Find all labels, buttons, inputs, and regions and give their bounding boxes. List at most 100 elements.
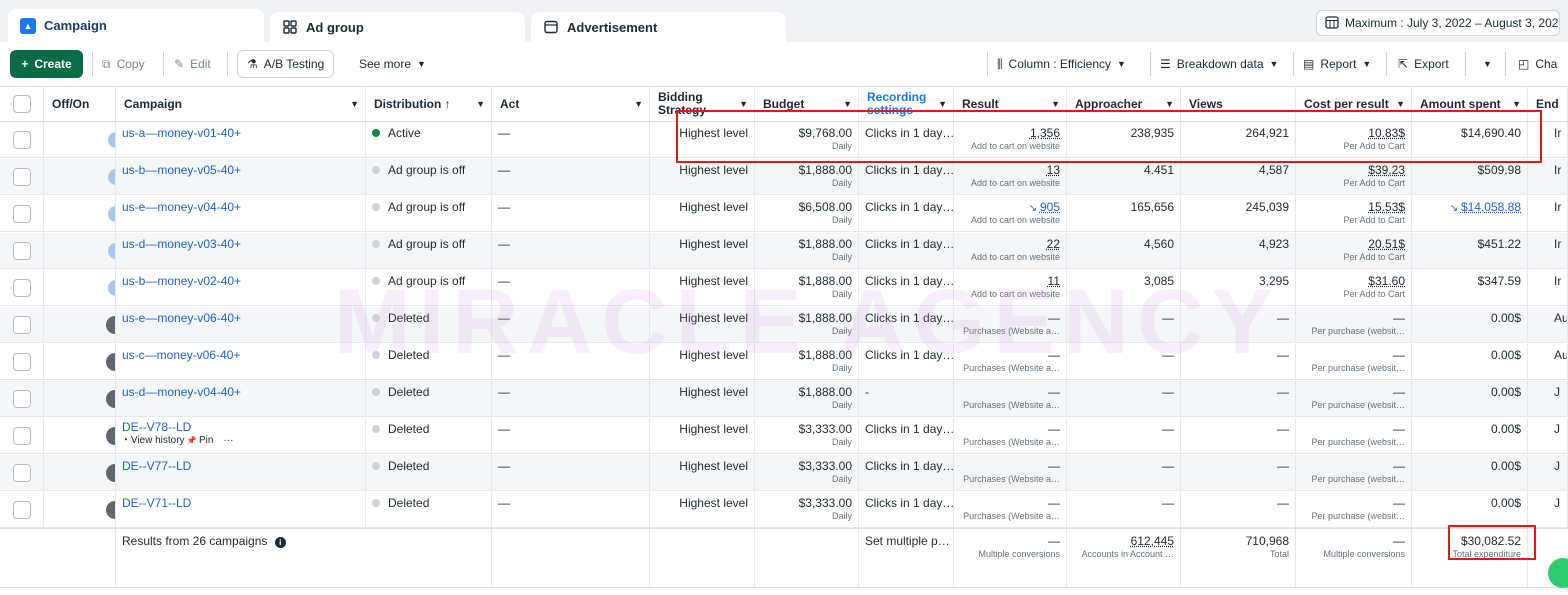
campaign-toggle[interactable] [108, 169, 116, 185]
table-row[interactable]: us-c—money-v06-40+ Deleted — Highest level $… [0, 344, 1568, 380]
campaign-name-link[interactable]: us-e—money-v06-40+ [122, 311, 241, 325]
campaign-toggle[interactable] [108, 465, 116, 481]
info-icon[interactable]: i [275, 537, 286, 548]
campaign-toggle[interactable] [108, 243, 116, 259]
row-checkbox[interactable] [13, 464, 31, 482]
table-row[interactable]: us-b—money-v02-40+ Ad group is off — Highes… [0, 270, 1568, 306]
tab-ad-group[interactable]: Ad group [270, 12, 525, 42]
table-row[interactable]: us-d—money-v04-40+ Deleted — Highest level $… [0, 381, 1568, 417]
column-header-offon[interactable]: Off/On [44, 87, 116, 121]
cell-approacher: 4.451 [1067, 159, 1181, 194]
table-row[interactable]: us-a—money-v01-40+ Active — Highest level $9… [0, 122, 1568, 158]
create-button[interactable]: + Create [10, 50, 83, 78]
views-value: — [1277, 496, 1289, 510]
campaign-name-link[interactable]: us-c—money-v06-40+ [122, 348, 240, 362]
column-header-cost[interactable]: Cost per result ▼ [1296, 87, 1412, 121]
row-checkbox[interactable] [13, 205, 31, 223]
table-row[interactable]: us-d—money-v03-40+ Ad group is off — Highes… [0, 233, 1568, 269]
cell-views: — [1181, 492, 1296, 527]
column-header-result[interactable]: Result ▼ [954, 87, 1067, 121]
campaign-toggle[interactable] [108, 391, 116, 407]
cell-amount: 0.00$ [1412, 455, 1528, 490]
campaign-toggle[interactable] [108, 132, 116, 148]
cell-budget: $3,333.00 Daily [755, 455, 859, 490]
row-checkbox[interactable] [13, 390, 31, 408]
campaign-toggle[interactable] [108, 502, 116, 518]
row-checkbox[interactable] [13, 501, 31, 519]
toggle-knob [106, 464, 116, 482]
campaign-name-link[interactable]: us-d—money-v03-40+ [122, 237, 241, 251]
campaign-name-link[interactable]: us-b—money-v02-40+ [122, 274, 241, 288]
see-more-button[interactable]: See more ▼ [359, 50, 426, 78]
table-row[interactable]: us-e—money-v04-40+ Ad group is off — Highes… [0, 196, 1568, 232]
table-row[interactable]: us-b—money-v05-40+ Ad group is off — Highes… [0, 159, 1568, 195]
column-selector[interactable]: ⫼ Column : Efficiency ▼ [997, 50, 1126, 78]
campaign-name-link[interactable]: us-b—money-v05-40+ [122, 163, 241, 177]
cell-bid: Highest level [650, 159, 755, 194]
caret-down-icon: ▼ [476, 99, 485, 109]
campaign-name-link[interactable]: DE--V77--LD [122, 459, 191, 473]
row-checkbox[interactable] [13, 242, 31, 260]
campaign-name-link[interactable]: DE--V78--LD [122, 420, 191, 434]
report-button[interactable]: ▤ Report ▼ [1303, 50, 1371, 78]
campaign-toggle[interactable] [108, 354, 116, 370]
chart-button[interactable]: ◰ Cha [1518, 50, 1557, 78]
row-checkbox[interactable] [13, 353, 31, 371]
table-row[interactable]: us-e—money-v06-40+ Deleted — Highest level $… [0, 307, 1568, 343]
column-header-recording[interactable]: Recording settings ▼ [859, 87, 954, 121]
column-header-campaign[interactable]: Campaign ▼ [116, 87, 366, 121]
column-header-end[interactable]: End [1528, 87, 1568, 121]
status-dot-icon [372, 351, 380, 359]
campaign-name-link[interactable]: us-a—money-v01-40+ [122, 126, 241, 140]
campaign-name-link[interactable]: DE--V71--LD [122, 496, 191, 510]
tab-campaign[interactable]: ▲ Campaign [8, 9, 264, 42]
table-row[interactable]: DE--V71--LD Deleted — Highest level $3,333.0… [0, 492, 1568, 528]
date-range-picker[interactable]: Maximum : July 3, 2022 – August 3, 2025 [1316, 10, 1560, 36]
campaign-toggle[interactable] [108, 428, 116, 444]
result-value[interactable]: 11 [1048, 274, 1060, 288]
table-row[interactable]: DE--V78--LD ◔ View history 📌 Pin ··· Delete… [0, 418, 1568, 454]
column-header-bidding[interactable]: Bidding Strategy ▼ [650, 87, 755, 121]
result-value[interactable]: 22 [1047, 237, 1060, 251]
summary-result-sub: Multiple conversions [960, 549, 1060, 559]
column-header-act[interactable]: Act ▼ [492, 87, 650, 121]
row-checkbox[interactable] [13, 131, 31, 149]
edit-button[interactable]: ✎ Edit [174, 50, 211, 78]
campaign-name-link[interactable]: us-e—money-v04-40+ [122, 200, 241, 214]
view-history-link[interactable]: View history [131, 435, 185, 446]
row-checkbox[interactable] [13, 279, 31, 297]
cost-value: — [1393, 496, 1405, 510]
breakdown-button[interactable]: ☰ Breakdown data ▼ [1160, 50, 1278, 78]
row-checkbox[interactable] [13, 427, 31, 445]
amount-value[interactable]: $14,058.88 [1461, 200, 1521, 214]
tab-advertisement[interactable]: Advertisement [531, 12, 786, 42]
column-header-approacher[interactable]: Approacher ▼ [1067, 87, 1181, 121]
toggle-knob [106, 353, 116, 371]
column-header-distribution[interactable]: Distribution ↑ ▼ [366, 87, 492, 121]
export-button[interactable]: ⇱ Export [1398, 50, 1449, 78]
column-header-amount[interactable]: Amount spent ▼ [1412, 87, 1528, 121]
breakdown-label: Breakdown data [1177, 57, 1264, 71]
result-value[interactable]: 1,356 [1030, 126, 1060, 140]
column-header-budget[interactable]: Budget ▼ [755, 87, 859, 121]
campaign-toggle[interactable] [108, 317, 116, 333]
result-value[interactable]: 905 [1040, 200, 1060, 214]
cell-campaign: DE--V77--LD [116, 455, 366, 490]
column-header-views[interactable]: Views [1181, 87, 1296, 121]
cell-act: — [492, 455, 650, 490]
table-row[interactable]: DE--V77--LD Deleted — Highest level $3,333.0… [0, 455, 1568, 491]
result-value[interactable]: 13 [1047, 163, 1060, 177]
row-checkbox[interactable] [13, 168, 31, 186]
row-checkbox[interactable] [13, 316, 31, 334]
cell-end: Ir [1528, 159, 1568, 194]
campaign-name-link[interactable]: us-d—money-v04-40+ [122, 385, 241, 399]
more-icon[interactable]: ··· [223, 435, 233, 446]
select-all-checkbox[interactable] [13, 95, 31, 113]
copy-button[interactable]: ⧉ Copy [102, 50, 145, 78]
ab-testing-button[interactable]: ⚗ A/B Testing [237, 50, 334, 78]
campaign-toggle[interactable] [108, 280, 116, 296]
campaign-toggle[interactable] [108, 206, 116, 222]
pin-link[interactable]: Pin [199, 435, 213, 446]
status-dot-icon [372, 277, 380, 285]
export-dropdown[interactable]: ▼ [1483, 50, 1492, 78]
